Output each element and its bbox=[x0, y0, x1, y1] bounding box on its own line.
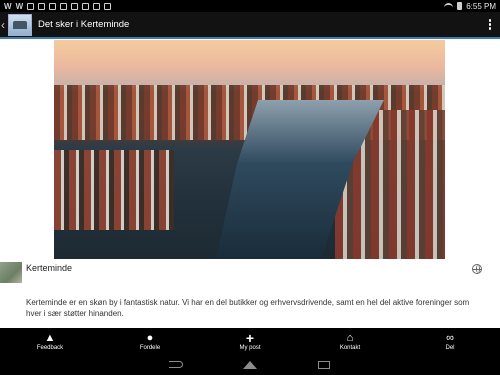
system-recents-button[interactable] bbox=[316, 360, 332, 370]
home-shape-icon bbox=[243, 360, 257, 369]
app-notification-icon bbox=[38, 2, 46, 10]
nav-label: My post bbox=[239, 344, 261, 351]
plus-icon: + bbox=[245, 329, 255, 346]
image-notification-icon bbox=[71, 2, 79, 10]
clock: 6:55 PM bbox=[466, 1, 496, 11]
page-title: Det sker i Kerteminde bbox=[38, 19, 130, 30]
post-header: Kerteminde bbox=[0, 262, 500, 284]
battery-icon bbox=[457, 2, 463, 10]
thumbs-up-icon: ▲ bbox=[44, 331, 56, 344]
nav-my-post[interactable]: + My post bbox=[210, 329, 290, 351]
globe-icon bbox=[472, 264, 482, 274]
nav-label: Kontakt bbox=[339, 344, 361, 351]
nav-fordele[interactable]: ● Fordele bbox=[110, 332, 190, 351]
app-logo[interactable] bbox=[8, 13, 32, 36]
nav-label: Del bbox=[445, 344, 455, 351]
w-notification-icon: W bbox=[4, 1, 12, 11]
system-nav-bar bbox=[0, 354, 500, 375]
back-arrow-icon bbox=[169, 361, 183, 368]
nav-kontakt[interactable]: ⌂ Kontakt bbox=[310, 332, 390, 351]
recents-icon bbox=[318, 360, 330, 369]
home-icon: ⌂ bbox=[346, 331, 354, 344]
photo-notification-icon bbox=[93, 2, 101, 10]
action-bar: ‹ Det sker i Kerteminde bbox=[0, 12, 500, 39]
system-home-button[interactable] bbox=[242, 360, 258, 370]
nav-feedback[interactable]: ▲ Feedback bbox=[10, 332, 90, 351]
overflow-menu-icon[interactable] bbox=[480, 19, 500, 30]
nav-label: Feedback bbox=[36, 344, 64, 351]
harbor-photo[interactable] bbox=[54, 40, 445, 259]
bottom-nav: ▲ Feedback ● Fordele + My post ⌂ Kontakt… bbox=[0, 328, 500, 354]
notification-icons: W W bbox=[4, 1, 112, 11]
system-back-button[interactable] bbox=[168, 360, 184, 370]
back-chevron-icon[interactable]: ‹ bbox=[1, 18, 7, 32]
image-notification-icon bbox=[82, 2, 90, 10]
app-notification-icon bbox=[60, 2, 68, 10]
nav-label: Fordele bbox=[139, 344, 161, 351]
wifi-icon bbox=[444, 3, 454, 9]
money-bag-icon: ● bbox=[146, 331, 154, 344]
share-icon: ∞ bbox=[446, 331, 454, 344]
sd-card-icon bbox=[104, 2, 112, 10]
w-notification-icon: W bbox=[15, 1, 24, 11]
avatar[interactable] bbox=[0, 262, 22, 283]
post-body: Kerteminde er en skøn by i fantastisk na… bbox=[26, 298, 470, 318]
app-notification-icon bbox=[49, 2, 57, 10]
post-author[interactable]: Kerteminde bbox=[26, 263, 72, 273]
status-bar: W W 6:55 PM bbox=[0, 0, 500, 12]
app-notification-icon bbox=[27, 2, 35, 10]
nav-del[interactable]: ∞ Del bbox=[410, 332, 490, 351]
